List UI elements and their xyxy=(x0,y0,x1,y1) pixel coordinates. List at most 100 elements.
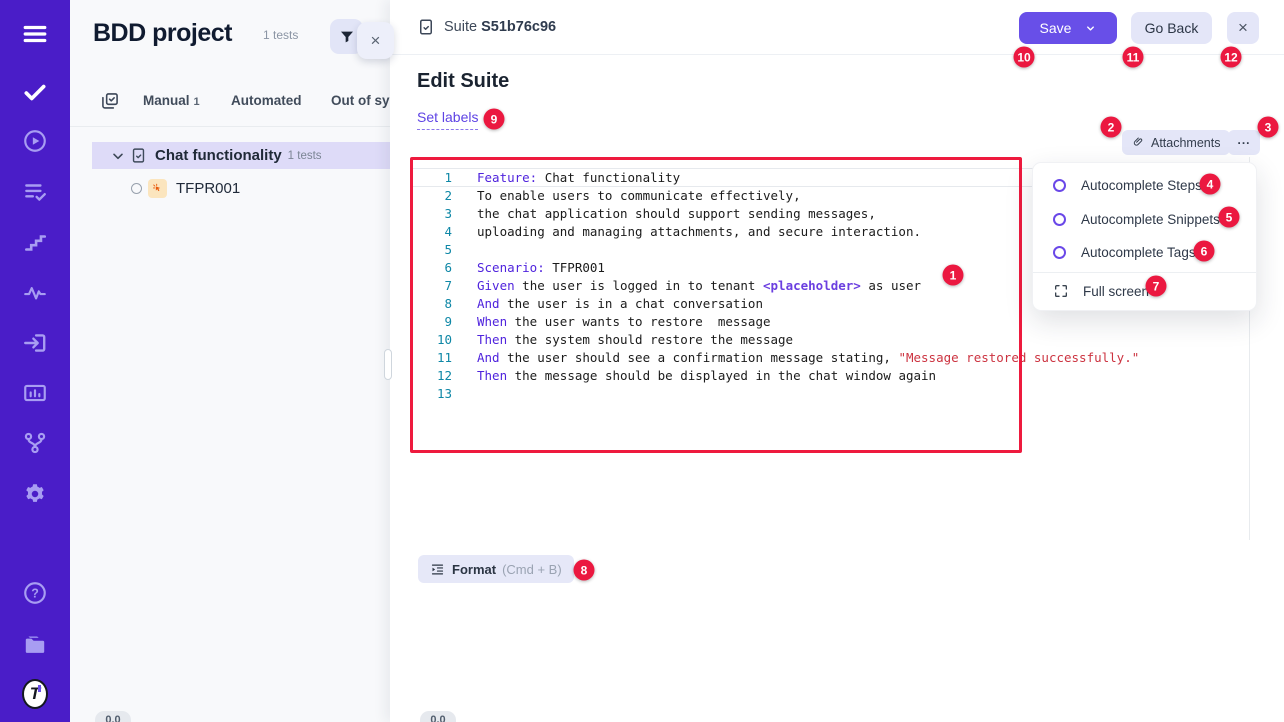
line-number: 2 xyxy=(410,187,452,205)
line-number: 9 xyxy=(410,313,452,331)
menu-item-full-screen[interactable]: Full screen xyxy=(1033,273,1256,310)
annotation-4: 4 xyxy=(1200,174,1221,195)
test-radio[interactable] xyxy=(131,183,142,194)
save-dropdown-caret[interactable] xyxy=(1085,23,1096,34)
project-panel: BDD project 1 tests Manual1 Automated Ou… xyxy=(70,0,390,722)
annotation-12: 12 xyxy=(1221,47,1242,68)
menu-item-autocomplete-steps[interactable]: Autocomplete Steps xyxy=(1033,169,1256,203)
format-shortcut: (Cmd + B) xyxy=(502,562,562,577)
panel-resize-handle[interactable] xyxy=(384,349,392,380)
suite-id: S51b76c96 xyxy=(481,19,556,35)
annotation-7: 7 xyxy=(1146,276,1167,297)
line-number: 12 xyxy=(410,367,452,385)
annotation-6: 6 xyxy=(1194,241,1215,262)
annotation-11: 11 xyxy=(1123,47,1144,68)
list-check-icon[interactable] xyxy=(22,179,48,205)
code-text: To enable users to communicate effective… xyxy=(477,187,801,205)
project-title: BDD project xyxy=(93,19,232,48)
bar-chart-icon[interactable] xyxy=(22,380,48,406)
code-line: 9 When the user wants to restore message xyxy=(410,313,1249,331)
test-tree: Chat functionality 1 tests TFPR001 xyxy=(70,70,390,230)
code-text: the chat application should support send… xyxy=(477,205,876,223)
tree-folder-chat-functionality[interactable]: Chat functionality 1 tests xyxy=(92,142,390,169)
annotation-5: 5 xyxy=(1219,207,1240,228)
tree-folder-label: Chat functionality xyxy=(155,147,282,164)
code-line: 10 Then the system should restore the mes… xyxy=(410,331,1249,349)
page-title: Edit Suite xyxy=(417,70,509,93)
annotation-9: 9 xyxy=(484,109,505,130)
annotation-8: 8 xyxy=(574,560,595,581)
check-icon[interactable] xyxy=(22,79,48,105)
breadcrumb: Suite S51b76c96 xyxy=(417,17,556,37)
format-button[interactable]: Format (Cmd + B) xyxy=(418,555,574,583)
code-text: Scenario: TFPR001 xyxy=(477,259,605,277)
activity-icon[interactable] xyxy=(22,280,48,306)
line-number: 5 xyxy=(410,241,452,259)
icon-rail: ? T xyxy=(0,0,70,722)
code-text: And the user is in a chat conversation xyxy=(477,295,763,313)
branch-icon[interactable] xyxy=(22,430,48,456)
help-icon[interactable]: ? xyxy=(22,580,48,606)
line-number: 4 xyxy=(410,223,452,241)
code-line: 11 And the user should see a confirmation… xyxy=(410,349,1249,367)
save-button[interactable]: Save xyxy=(1019,12,1117,44)
code-text: When the user wants to restore message xyxy=(477,313,771,331)
tree-test-tfpr001[interactable]: TFPR001 xyxy=(92,173,390,203)
options-dropdown-menu: Autocomplete Steps Autocomplete Snippets… xyxy=(1032,162,1257,311)
attachments-button[interactable]: Attachments xyxy=(1122,130,1230,155)
logo[interactable]: T xyxy=(22,681,48,707)
code-line: 13 xyxy=(410,385,1249,403)
more-options-button[interactable]: ... xyxy=(1228,130,1260,155)
code-text: Then the system should restore the messa… xyxy=(477,331,793,349)
line-number: 8 xyxy=(410,295,452,313)
logo-mark: T xyxy=(22,679,48,709)
radio-icon[interactable] xyxy=(1053,213,1066,226)
annotation-3: 3 xyxy=(1258,117,1279,138)
line-number: 3 xyxy=(410,205,452,223)
annotation-2: 2 xyxy=(1101,117,1122,138)
left-panel-zoom-badge: 0.0 xyxy=(95,711,131,722)
app: ? T BDD project 1 tests Manual1 Automate… xyxy=(0,0,1284,722)
set-labels-link[interactable]: Set labels xyxy=(417,109,478,130)
suite-doc-icon xyxy=(417,17,435,37)
go-back-button[interactable]: Go Back xyxy=(1131,12,1212,44)
fullscreen-icon xyxy=(1053,283,1069,299)
close-button[interactable]: × xyxy=(1227,12,1259,44)
manual-test-icon xyxy=(148,179,167,198)
line-number: 13 xyxy=(410,385,452,403)
radio-icon[interactable] xyxy=(1053,179,1066,192)
line-number: 1 xyxy=(410,169,452,186)
svg-text:?: ? xyxy=(31,586,39,600)
editor-zoom-badge: 0.0 xyxy=(420,711,456,722)
code-text: Then the message should be displayed in … xyxy=(477,367,936,385)
tree-folder-count: 1 tests xyxy=(288,150,322,162)
line-number: 11 xyxy=(410,349,452,367)
menu-item-autocomplete-tags[interactable]: Autocomplete Tags xyxy=(1033,236,1256,270)
feature-file-icon xyxy=(130,147,147,164)
panel-close-button[interactable]: × xyxy=(357,22,394,59)
code-text: Given the user is logged in to tenant <p… xyxy=(477,277,921,295)
code-text: Feature: Chat functionality xyxy=(477,169,680,186)
code-text: And the user should see a confirmation m… xyxy=(477,349,1139,367)
topbar-divider xyxy=(390,54,1284,55)
paperclip-icon xyxy=(1132,136,1145,149)
chevron-down-icon[interactable] xyxy=(110,148,126,164)
code-text: uploading and managing attachments, and … xyxy=(477,223,921,241)
line-number: 6 xyxy=(410,259,452,277)
format-icon xyxy=(430,562,445,577)
test-label: TFPR001 xyxy=(176,180,240,197)
annotation-1: 1 xyxy=(943,265,964,286)
suite-type-label: Suite xyxy=(444,19,477,35)
play-circle-icon[interactable] xyxy=(22,128,48,154)
gear-icon[interactable] xyxy=(22,481,48,507)
code-line: 12 Then the message should be displayed i… xyxy=(410,367,1249,385)
steps-icon[interactable] xyxy=(22,230,48,256)
line-number: 7 xyxy=(410,277,452,295)
line-number: 10 xyxy=(410,331,452,349)
project-tests-count: 1 tests xyxy=(263,28,298,42)
sign-in-icon[interactable] xyxy=(22,330,48,356)
radio-icon[interactable] xyxy=(1053,246,1066,259)
menu-icon[interactable] xyxy=(22,21,48,47)
folder-icon[interactable] xyxy=(22,631,48,657)
annotation-10: 10 xyxy=(1014,47,1035,68)
